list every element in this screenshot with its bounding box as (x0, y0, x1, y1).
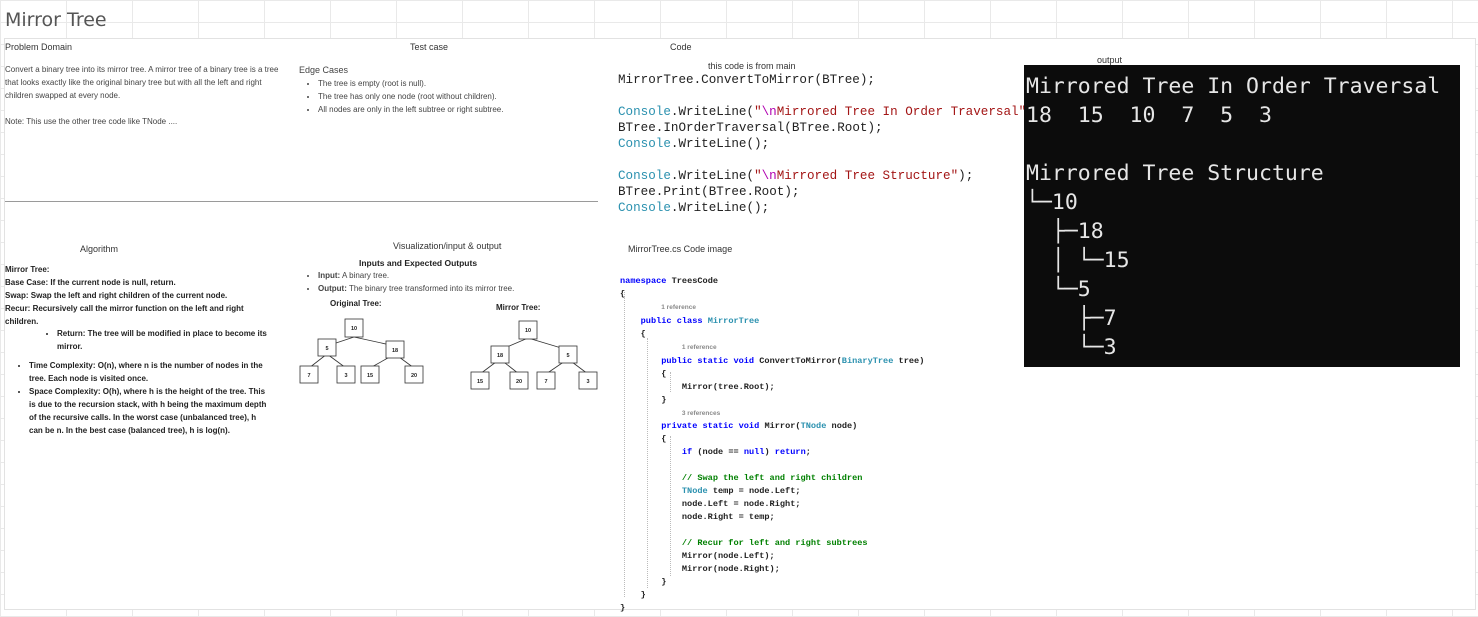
space-complexity: Space Complexity: O(h), where h is the h… (29, 385, 269, 437)
problem-description: Convert a binary tree into its mirror tr… (5, 65, 279, 100)
edge-case-item: The tree is empty (root is null). (318, 77, 608, 90)
orig-node-lr: 3 (344, 373, 347, 379)
algorithm-line: Swap: Swap the left and right children o… (5, 291, 228, 300)
visualization-header: Visualization/input & output (393, 241, 502, 251)
code-header: Code (670, 42, 692, 52)
orig-node-rr: 20 (411, 373, 417, 379)
mirror-node-rl: 7 (544, 379, 547, 385)
mirror-node-lr: 20 (516, 379, 522, 385)
algorithm-steps: Mirror Tree: Base Case: If the current n… (5, 263, 275, 328)
problem-domain-header: Problem Domain (5, 42, 73, 52)
orig-node-rl: 15 (367, 373, 373, 379)
algorithm-line: Mirror Tree: (5, 265, 50, 274)
edge-case-item: The tree has only one node (root without… (318, 90, 608, 103)
mirror-node-rr: 3 (586, 379, 589, 385)
algorithm-return-list: Return: The tree will be modified in pla… (45, 327, 267, 353)
orig-node-root: 10 (351, 326, 357, 332)
mirror-node-root: 10 (525, 328, 531, 334)
algorithm-return: Return: The tree will be modified in pla… (57, 327, 267, 353)
io-output: Output: The binary tree transformed into… (318, 282, 608, 295)
test-case-header: Test case (410, 42, 449, 52)
algorithm-line: Base Case: If the current node is null, … (5, 278, 176, 287)
console-output: Mirrored Tree In Order Traversal 18 15 1… (1024, 65, 1460, 367)
section-divider (5, 201, 598, 202)
output-header: output (1097, 55, 1123, 65)
algorithm-line: Recur: Recursively call the mirror funct… (5, 304, 244, 326)
code-image-header: MirrorTree.cs Code image (628, 244, 733, 254)
edge-cases-list: The tree is empty (root is null). The tr… (306, 77, 608, 116)
mirror-tree-class-code: namespace TreesCode { 1 reference public… (620, 276, 925, 613)
mirror-node-ll: 15 (477, 379, 483, 385)
mirror-node-l: 18 (497, 353, 503, 359)
io-input: Input: A binary tree. (318, 269, 608, 282)
orig-node-l: 5 (325, 346, 328, 352)
orig-node-ll: 7 (307, 373, 310, 379)
edge-case-item: All nodes are only in the left subtree o… (318, 103, 608, 116)
page-title: Mirror Tree (5, 9, 107, 31)
edge-cases-title: Edge Cases (299, 65, 349, 75)
time-complexity: Time Complexity: O(n), where n is the nu… (29, 359, 269, 385)
mirror-node-r: 5 (566, 353, 569, 359)
code-note: this code is from main (708, 61, 796, 71)
problem-note: Note: This use the other tree code like … (5, 117, 178, 126)
io-list: Input: A binary tree. Output: The binary… (306, 269, 608, 295)
tree-diagrams: 10 5 18 7 3 15 20 10 18 5 15 20 7 3 (299, 318, 598, 390)
original-tree-label: Original Tree: (330, 299, 382, 308)
complexity-list: Time Complexity: O(n), where n is the nu… (17, 359, 269, 437)
main-code-snippet: MirrorTree.ConvertToMirror(BTree); Conso… (618, 73, 1041, 215)
orig-node-r: 18 (392, 348, 398, 354)
algorithm-header: Algorithm (80, 244, 119, 254)
